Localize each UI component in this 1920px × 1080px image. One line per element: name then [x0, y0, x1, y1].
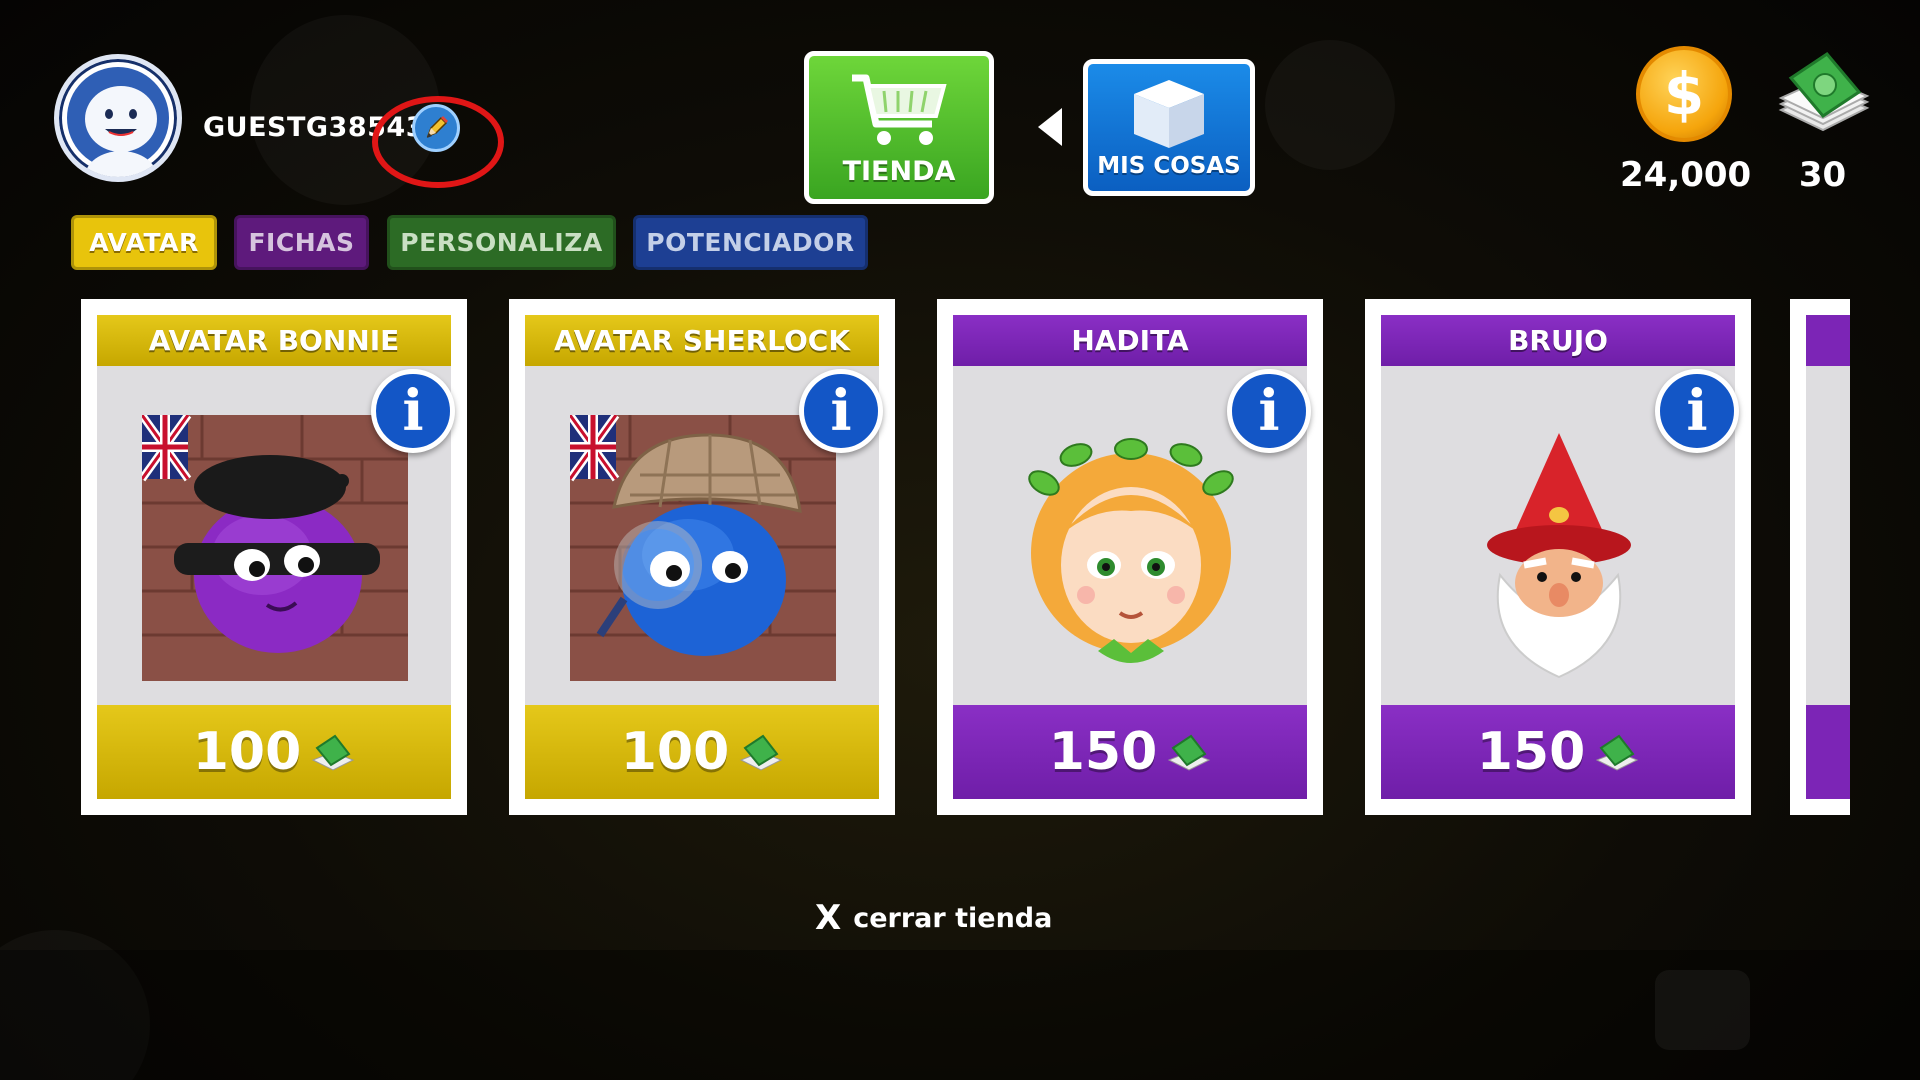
item-title: AVATAR BONNIE: [97, 315, 451, 366]
item-price-bar: 100: [97, 705, 451, 799]
sherlock-avatar-image: [570, 415, 836, 681]
tab-avatar[interactable]: AVATAR: [71, 215, 217, 270]
cash-icon: [1596, 734, 1639, 771]
shop-item-card[interactable]: AVATAR SHERLOCK 100 i: [509, 299, 895, 815]
item-price: 100: [620, 722, 730, 782]
cash-icon: [312, 734, 355, 771]
player-avatar[interactable]: [54, 54, 182, 182]
arrow-left-icon: [1038, 108, 1062, 146]
highlight-circle: [372, 96, 504, 188]
cash-balance: 30: [1798, 155, 1847, 195]
cash-stack-icon: [1778, 52, 1870, 132]
item-price-bar: 100: [525, 705, 879, 799]
item-price: 150: [1476, 722, 1586, 782]
item-price: 100: [192, 722, 302, 782]
wizard-avatar-image: [1487, 433, 1631, 679]
item-price-bar: 150: [953, 705, 1307, 799]
item-info-button[interactable]: i: [799, 369, 883, 453]
tab-fichas[interactable]: FICHAS: [234, 215, 369, 270]
shop-button-label: TIENDA: [842, 156, 956, 187]
coin-symbol: $: [1663, 60, 1705, 128]
item-title: AVATAR SHERLOCK: [525, 315, 879, 366]
background-bottom-bar: [0, 950, 1920, 1080]
robot-avatar-icon: [85, 86, 157, 177]
item-info-button[interactable]: i: [1227, 369, 1311, 453]
background-decoration: [1265, 40, 1395, 170]
tab-personaliza[interactable]: PERSONALIZA: [387, 215, 616, 270]
shopping-cart-icon: [852, 74, 947, 145]
item-title: HADITA: [953, 315, 1307, 366]
close-shop-button[interactable]: X cerrar tienda: [815, 898, 1052, 938]
shop-item-card[interactable]: AVATAR BONNIE 100 i: [81, 299, 467, 815]
close-icon: X: [815, 898, 842, 938]
tab-potenciador[interactable]: POTENCIADOR: [633, 215, 868, 270]
box-icon: [1134, 80, 1204, 148]
bonnie-avatar-image: [142, 415, 408, 681]
close-shop-label: cerrar tienda: [853, 902, 1053, 934]
shop-item-card[interactable]: HADITA 150 i: [937, 299, 1323, 815]
shop-button[interactable]: TIENDA: [804, 51, 994, 204]
fairy-avatar-image: [1028, 438, 1234, 663]
item-title: BRUJO: [1381, 315, 1735, 366]
item-info-button[interactable]: i: [371, 369, 455, 453]
item-price: 150: [1048, 722, 1158, 782]
cash-icon: [740, 734, 783, 771]
background-arrow-button: [1655, 970, 1750, 1050]
item-price-bar: 150: [1381, 705, 1735, 799]
shop-item-card-partial[interactable]: [1790, 299, 1850, 815]
my-stuff-button[interactable]: MIS COSAS: [1083, 59, 1255, 196]
item-info-button[interactable]: i: [1655, 369, 1739, 453]
cash-icon: [1168, 734, 1211, 771]
shop-item-card[interactable]: BRUJO 150 i: [1365, 299, 1751, 815]
coin-balance: 24,000: [1620, 155, 1752, 195]
my-stuff-button-label: MIS COSAS: [1097, 153, 1241, 179]
coin-icon: $: [1636, 46, 1732, 142]
